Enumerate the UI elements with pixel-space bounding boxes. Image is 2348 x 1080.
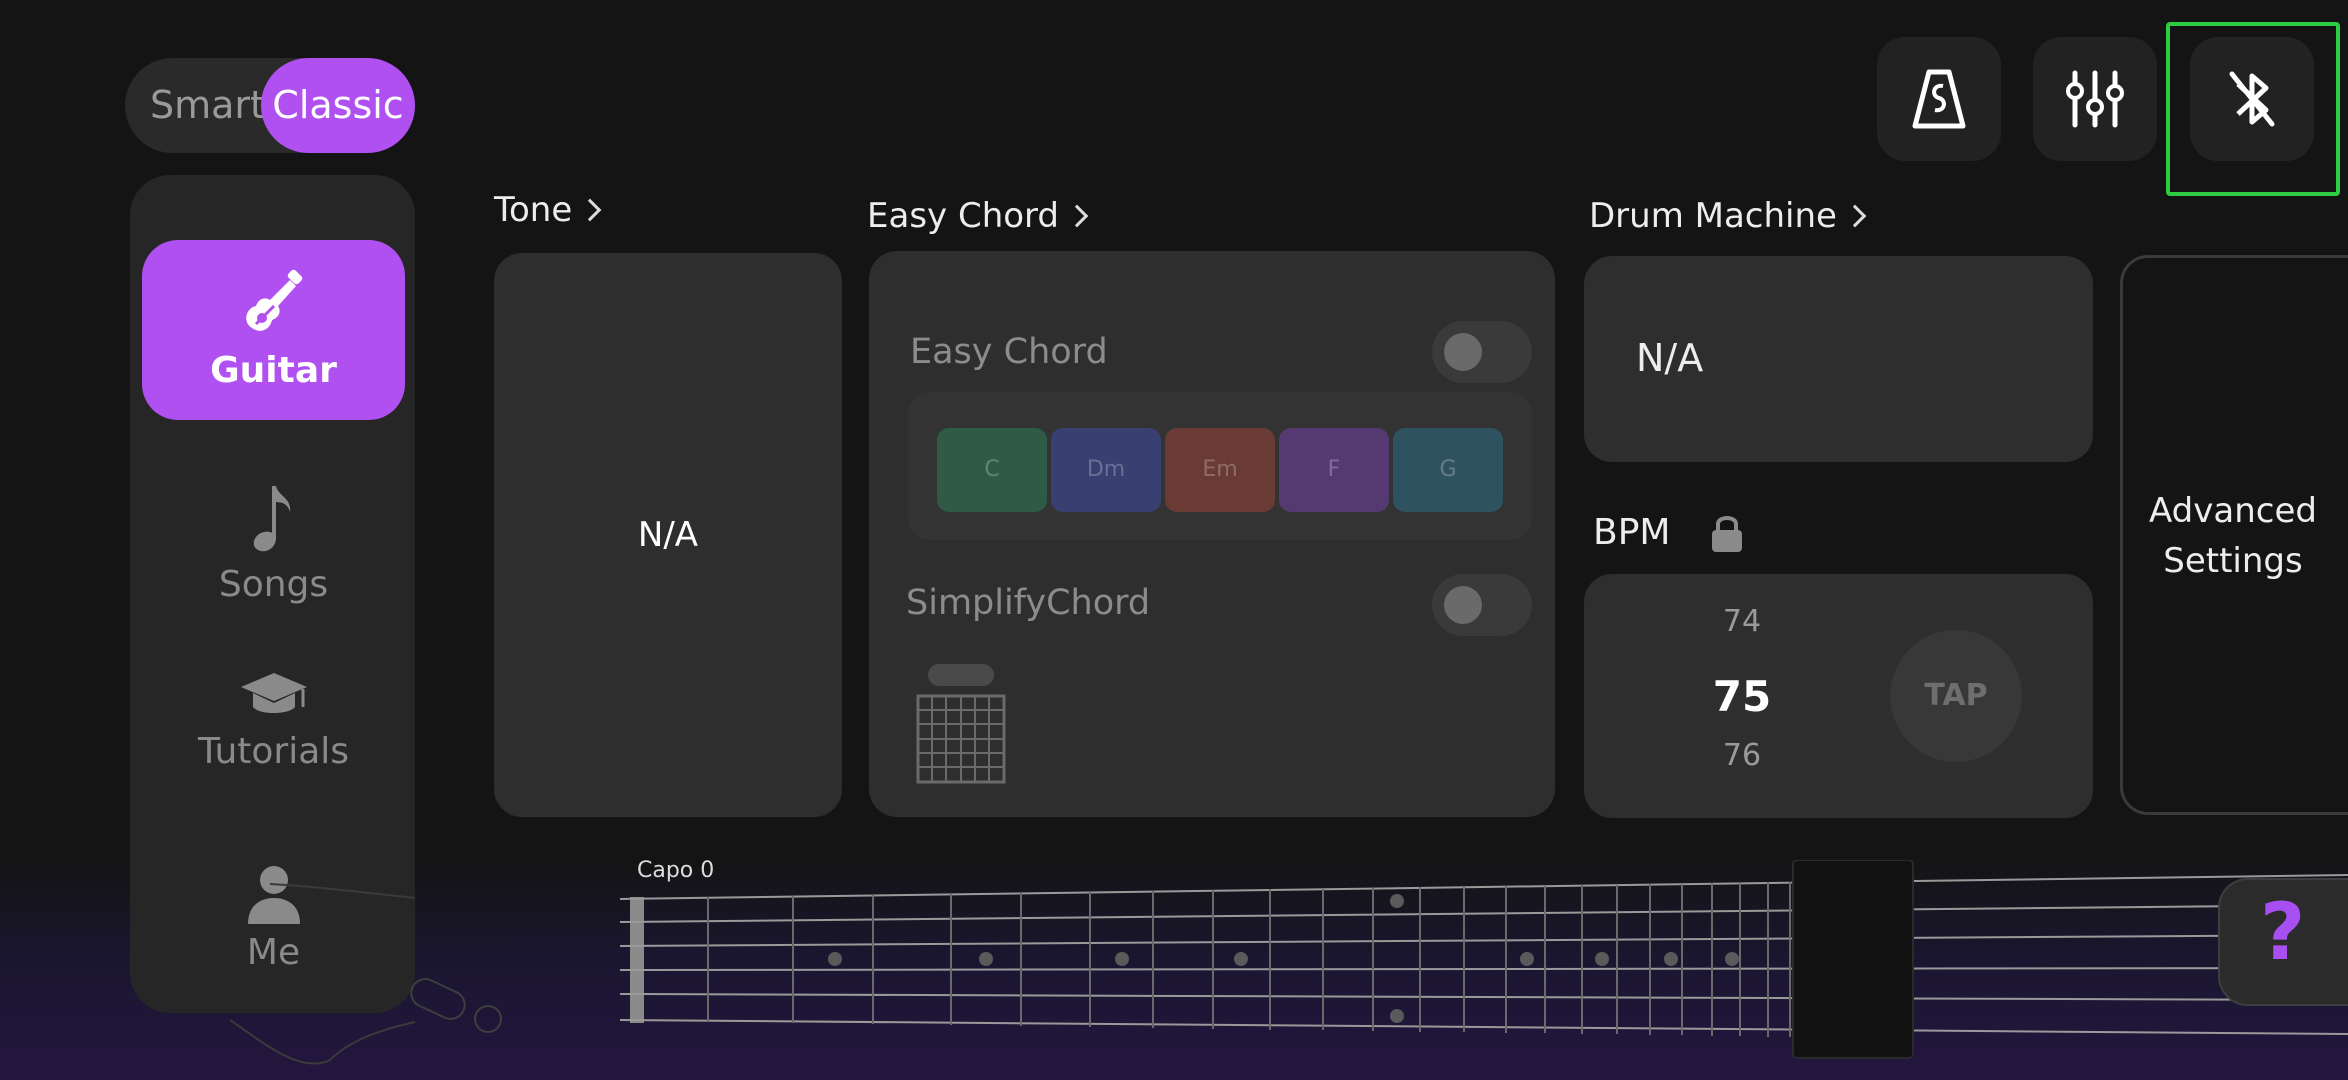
sidebar-item-songs[interactable]: Songs [142, 460, 405, 640]
easy-chord-header[interactable]: Easy Chord [867, 196, 1089, 236]
bpm-next[interactable]: 76 [1682, 738, 1802, 773]
sidebar-item-label: Tutorials [197, 731, 350, 772]
chord-button-g[interactable]: G [1393, 428, 1503, 512]
simplify-chord-label: SimplifyChord [906, 583, 1151, 623]
drum-machine-value: N/A [1636, 336, 1704, 380]
drum-machine-card[interactable]: N/A [1584, 256, 2093, 462]
tone-card[interactable]: N/A [494, 253, 842, 817]
mixer-button[interactable] [2033, 37, 2157, 161]
mode-toggle[interactable]: Smart Classic [125, 58, 415, 153]
sidebar-item-label: Guitar [210, 350, 337, 391]
advanced-settings-card[interactable]: Advanced Settings [2120, 255, 2348, 815]
chord-label: F [1327, 457, 1341, 482]
bpm-label: BPM [1593, 512, 1671, 553]
easy-chord-switch[interactable] [1432, 321, 1532, 383]
metronome-icon [1912, 69, 1966, 129]
chord-label: C [984, 457, 1000, 482]
tone-header[interactable]: Tone [494, 190, 602, 230]
chord-strip: C Dm Em F G [908, 392, 1532, 540]
chevron-right-icon [1065, 204, 1089, 228]
advanced-label-line1: Advanced [2149, 491, 2317, 531]
chord-label: Dm [1086, 457, 1126, 482]
sidebar-item-label: Songs [218, 564, 329, 605]
chevron-right-icon [578, 198, 602, 222]
help-icon: ? [2260, 888, 2306, 978]
chord-diagram-icon [916, 664, 1006, 784]
app-root: Smart Classic Guitar Songs Tutorials Me … [0, 0, 2348, 1080]
easy-chord-toggle-label: Easy Chord [910, 332, 1108, 372]
tone-title: Tone [494, 190, 573, 230]
metronome-button[interactable] [1877, 37, 2001, 161]
easy-chord-title: Easy Chord [867, 196, 1060, 236]
tap-button[interactable]: TAP [1890, 630, 2022, 762]
chord-label: G [1439, 457, 1457, 482]
sidebar-item-tutorials[interactable]: Tutorials [142, 645, 405, 825]
simplify-chord-switch[interactable] [1432, 574, 1532, 636]
graduation-cap-icon [240, 673, 307, 713]
mode-classic-option[interactable]: Classic [261, 58, 415, 153]
bpm-current[interactable]: 75 [1682, 672, 1802, 721]
equalizer-sliders-icon [2066, 70, 2124, 128]
mode-smart-option[interactable]: Smart [150, 58, 265, 153]
fretboard[interactable] [0, 860, 2348, 1080]
bpm-prev[interactable]: 74 [1682, 604, 1802, 639]
lock-icon[interactable] [1710, 512, 1744, 554]
bluetooth-off-icon [2229, 71, 2275, 127]
tone-value: N/A [637, 515, 699, 555]
guitar-icon [245, 269, 302, 331]
music-note-icon [253, 486, 290, 552]
sidebar-item-guitar[interactable]: Guitar [142, 240, 405, 420]
chord-button-dm[interactable]: Dm [1051, 428, 1161, 512]
help-button[interactable]: ? [2218, 878, 2348, 1006]
chord-button-em[interactable]: Em [1165, 428, 1275, 512]
chord-button-f[interactable]: F [1279, 428, 1389, 512]
chord-label: Em [1202, 457, 1238, 482]
switch-knob [1444, 586, 1482, 624]
advanced-label-line2: Settings [2163, 541, 2303, 581]
chord-button-c[interactable]: C [937, 428, 1047, 512]
drum-machine-title: Drum Machine [1589, 196, 1837, 236]
switch-knob [1444, 333, 1482, 371]
chevron-right-icon [1843, 204, 1867, 228]
drum-machine-header[interactable]: Drum Machine [1589, 196, 1867, 236]
bluetooth-button[interactable] [2190, 37, 2314, 161]
